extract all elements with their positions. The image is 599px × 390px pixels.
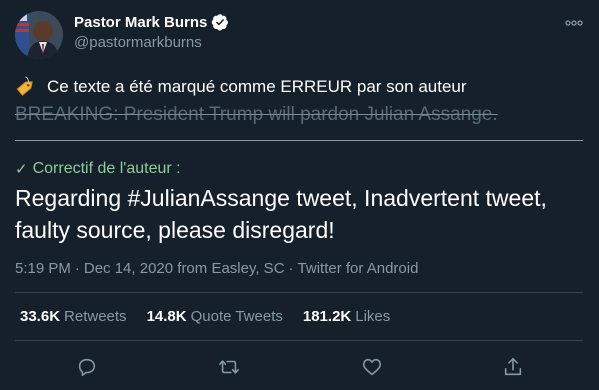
divider <box>15 292 583 293</box>
author-name-row[interactable]: Pastor Mark Burns <box>74 12 229 32</box>
tweet-source[interactable]: Twitter for Android <box>298 260 419 277</box>
likes-label: Likes <box>355 308 391 325</box>
verified-badge-icon <box>211 13 229 31</box>
avatar[interactable] <box>15 11 63 59</box>
like-icon[interactable] <box>359 354 385 380</box>
quotes-count: 14.8K <box>146 308 187 325</box>
retweets-label: Retweets <box>64 308 127 325</box>
divider <box>15 140 583 141</box>
tweet-date-location[interactable]: Dec 14, 2020 from Easley, SC <box>84 260 285 277</box>
retweets-count: 33.6K <box>20 308 61 325</box>
share-icon[interactable] <box>500 354 526 380</box>
quotes-stat[interactable]: 14.8K Quote Tweets <box>147 308 283 325</box>
divider <box>15 340 583 341</box>
action-bar <box>0 348 599 386</box>
correction-label-row: ✓ Correctif de l'auteur : <box>15 160 181 178</box>
author-handle[interactable]: @pastormarkburns <box>74 34 202 51</box>
tweet: Pastor Mark Burns @pastormarkburns Ce te… <box>0 0 599 390</box>
correction-text: Regarding #JulianAssange tweet, Inadvert… <box>15 185 547 243</box>
original-tweet-text: BREAKING: President Trump will pardon Ju… <box>15 104 498 125</box>
meta-separator: · <box>288 260 294 277</box>
tag-icon <box>15 76 37 98</box>
quotes-label: Quote Tweets <box>190 308 283 325</box>
meta-separator: · <box>74 260 80 277</box>
error-notice-text: Ce texte a été marqué comme ERREUR par s… <box>47 77 467 96</box>
more-options-icon[interactable] <box>564 16 584 30</box>
retweet-icon[interactable] <box>216 354 242 380</box>
likes-count: 181.2K <box>302 308 352 325</box>
retweets-stat[interactable]: 33.6K Retweets <box>20 308 127 325</box>
likes-stat[interactable]: 181.2K Likes <box>303 308 390 325</box>
checkmark-icon: ✓ <box>15 161 28 178</box>
tweet-stats: 33.6K Retweets 14.8K Quote Tweets 181.2K… <box>20 308 390 325</box>
tweet-meta: 5:19 PM · Dec 14, 2020 from Easley, SC ·… <box>15 260 418 277</box>
error-notice: Ce texte a été marqué comme ERREUR par s… <box>15 76 467 98</box>
author-display-name[interactable]: Pastor Mark Burns <box>74 14 207 31</box>
reply-icon[interactable] <box>74 354 100 380</box>
correction-label: Correctif de l'auteur : <box>32 160 181 177</box>
tweet-time[interactable]: 5:19 PM <box>15 260 71 277</box>
